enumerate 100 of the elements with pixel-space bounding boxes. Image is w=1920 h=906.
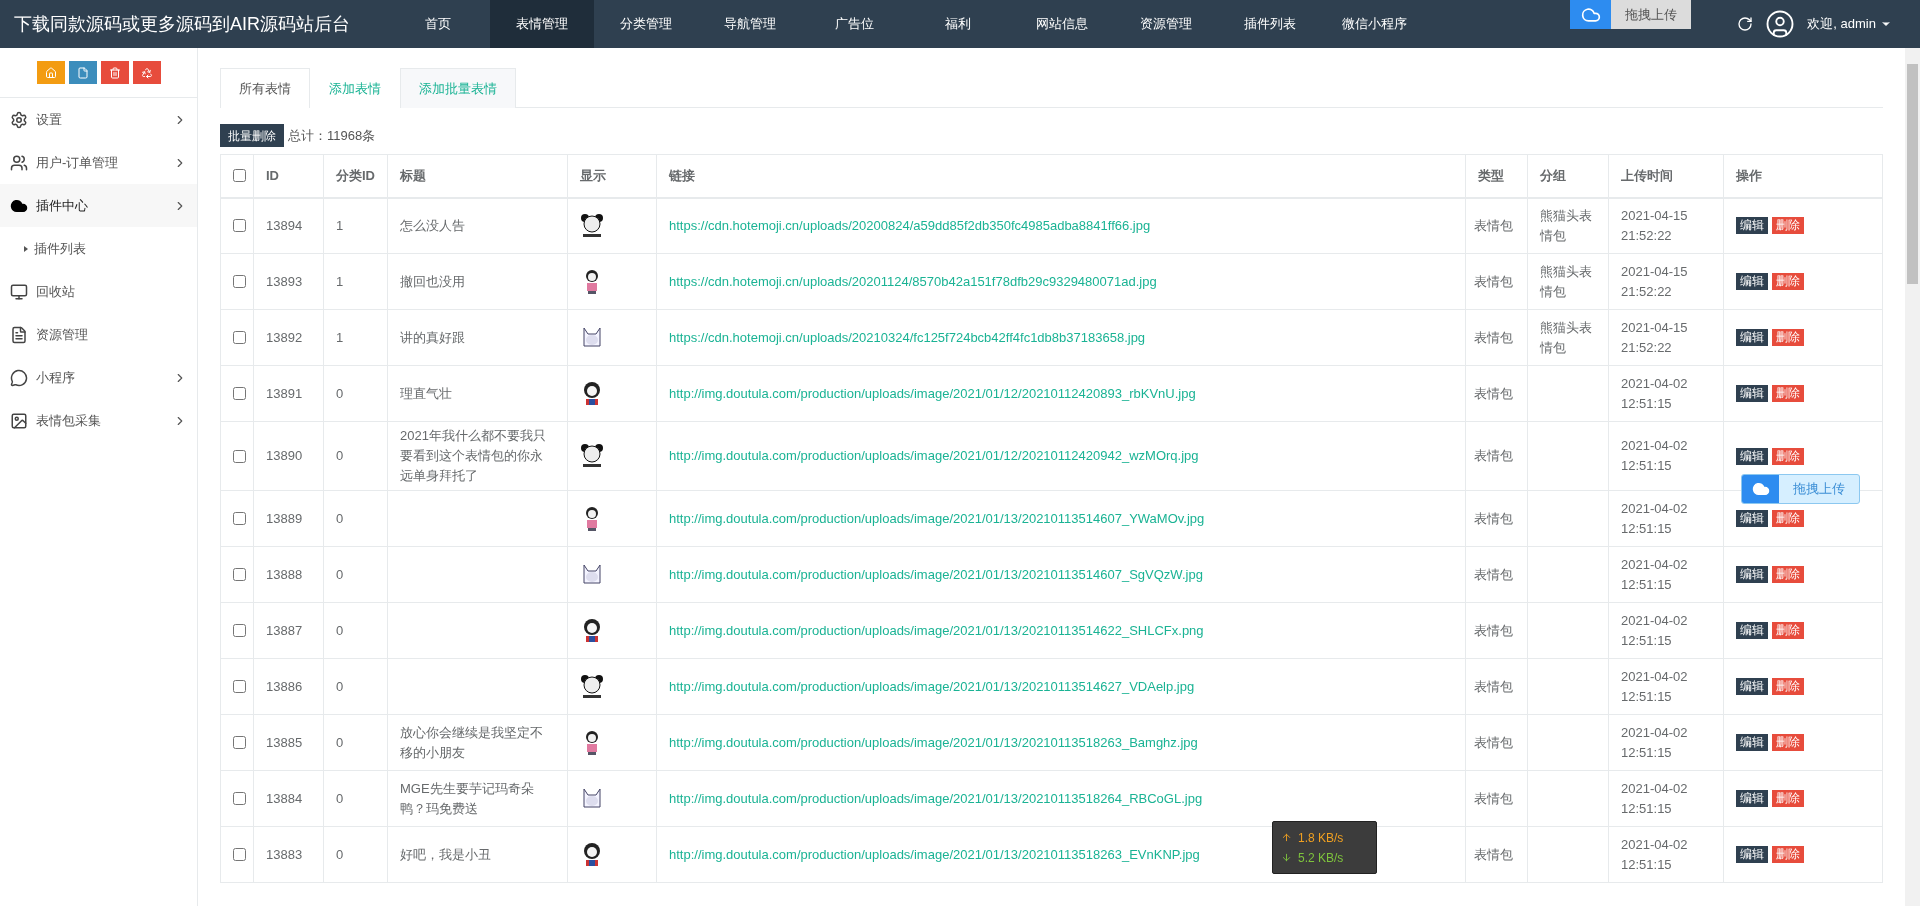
delete-button[interactable]: 删除 — [1772, 273, 1804, 290]
sidebar-item[interactable]: 设置 — [0, 98, 197, 141]
type-cell: 表情包 — [1465, 714, 1528, 771]
edit-button[interactable]: 编辑 — [1736, 678, 1768, 695]
category-cell: 0 — [323, 421, 388, 491]
sidebar-item[interactable]: 回收站 — [0, 270, 197, 313]
upload-widget[interactable]: 拖拽上传 — [1570, 0, 1691, 29]
delete-button[interactable]: 删除 — [1772, 734, 1804, 751]
id-cell: 13893 — [253, 253, 324, 310]
category-cell: 1 — [323, 197, 388, 254]
row-checkbox[interactable] — [233, 449, 246, 463]
column-header: 操作 — [1723, 154, 1883, 198]
recycle-icon — [140, 66, 153, 79]
user-menu[interactable]: 欢迎, admin — [1807, 14, 1892, 34]
time-cell: 2021-04-02 12:51:15 — [1608, 602, 1724, 659]
sidebar-subitem[interactable]: 插件列表 — [0, 227, 197, 270]
delete-button[interactable]: 删除 — [1772, 217, 1804, 235]
edit-button[interactable]: 编辑 — [1736, 273, 1768, 290]
nav-item[interactable]: 插件列表 — [1218, 0, 1322, 48]
row-checkbox[interactable] — [233, 680, 246, 693]
nav-item[interactable]: 导航管理 — [698, 0, 802, 48]
title-cell: 怎么没人告 — [387, 197, 568, 254]
sidebar-item[interactable]: 资源管理 — [0, 313, 197, 356]
category-cell: 1 — [323, 309, 388, 366]
nav-item[interactable]: 分类管理 — [594, 0, 698, 48]
trash-button[interactable] — [100, 61, 129, 84]
scrollbar[interactable] — [1905, 48, 1920, 906]
column-header: 标题 — [387, 154, 568, 198]
type-cell: 表情包 — [1465, 826, 1528, 883]
type-cell: 表情包 — [1465, 490, 1528, 547]
time-cell: 2021-04-02 12:51:15 — [1608, 658, 1724, 715]
row-checkbox[interactable] — [233, 331, 246, 344]
delete-button[interactable]: 删除 — [1772, 447, 1804, 465]
delete-button[interactable]: 删除 — [1772, 846, 1804, 863]
edit-button[interactable]: 编辑 — [1736, 846, 1768, 863]
sidebar-item[interactable]: 表情包采集 — [0, 399, 197, 442]
document-icon — [10, 325, 28, 344]
id-cell: 13894 — [253, 197, 324, 254]
edit-button[interactable]: 编辑 — [1736, 447, 1768, 465]
id-cell: 13884 — [253, 770, 324, 827]
category-cell: 0 — [323, 714, 388, 771]
nav-item[interactable]: 福利 — [906, 0, 1010, 48]
delete-button[interactable]: 删除 — [1772, 385, 1804, 402]
type-cell: 表情包 — [1465, 197, 1528, 254]
time-cell: 2021-04-02 12:51:15 — [1608, 714, 1724, 771]
column-header: 分组 — [1527, 154, 1609, 198]
refresh-icon[interactable] — [1737, 16, 1754, 32]
category-cell: 0 — [323, 658, 388, 715]
recycle-button[interactable] — [132, 61, 161, 84]
row-checkbox[interactable] — [233, 219, 246, 233]
nav-item[interactable]: 微信小程序 — [1322, 0, 1426, 48]
id-cell: 13885 — [253, 714, 324, 771]
file-button[interactable] — [68, 61, 97, 84]
tab[interactable]: 所有表情 — [220, 68, 310, 108]
edit-button[interactable]: 编辑 — [1736, 734, 1768, 751]
type-cell: 表情包 — [1465, 602, 1528, 659]
id-cell: 13886 — [253, 658, 324, 715]
edit-button[interactable]: 编辑 — [1736, 566, 1768, 583]
delete-button[interactable]: 删除 — [1772, 790, 1804, 807]
delete-button[interactable]: 删除 — [1772, 329, 1804, 346]
sidebar-item[interactable]: 用户-订单管理 — [0, 141, 197, 184]
avatar-icon[interactable] — [1765, 9, 1796, 39]
time-cell: 2021-04-15 21:52:22 — [1608, 253, 1724, 310]
select-all-checkbox[interactable] — [233, 169, 246, 183]
row-checkbox[interactable] — [233, 512, 246, 525]
nav-item[interactable]: 广告位 — [802, 0, 906, 48]
time-cell: 2021-04-15 21:52:22 — [1608, 309, 1724, 366]
sidebar-item[interactable]: 插件中心 — [0, 184, 197, 227]
row-checkbox[interactable] — [233, 624, 246, 637]
row-checkbox[interactable] — [233, 387, 246, 400]
column-header: 分类ID — [323, 154, 388, 198]
row-checkbox[interactable] — [233, 275, 246, 288]
edit-button[interactable]: 编辑 — [1736, 217, 1768, 235]
download-speed: 5.2 KB/s — [1281, 848, 1368, 867]
category-cell: 0 — [323, 770, 388, 827]
row-checkbox[interactable] — [233, 568, 246, 581]
edit-button[interactable]: 编辑 — [1736, 329, 1768, 346]
group-cell: 熊猫头表情包 — [1527, 197, 1609, 254]
row-checkbox[interactable] — [233, 792, 246, 805]
row-checkbox[interactable] — [233, 736, 246, 749]
edit-button[interactable]: 编辑 — [1736, 790, 1768, 807]
delete-button[interactable]: 删除 — [1772, 510, 1804, 527]
type-cell: 表情包 — [1465, 658, 1528, 715]
type-cell: 表情包 — [1465, 770, 1528, 827]
edit-button[interactable]: 编辑 — [1736, 622, 1768, 639]
delete-button[interactable]: 删除 — [1772, 622, 1804, 639]
delete-button[interactable]: 删除 — [1772, 566, 1804, 583]
delete-button[interactable]: 删除 — [1772, 678, 1804, 695]
nav-item[interactable]: 网站信息 — [1010, 0, 1114, 48]
total-count: 总计：11968条 — [288, 126, 376, 145]
bulk-delete-button[interactable]: 批量删除 — [220, 124, 284, 147]
nav-item[interactable]: 资源管理 — [1114, 0, 1218, 48]
sidebar-item[interactable]: 小程序 — [0, 356, 197, 399]
nav-item[interactable]: 表情管理 — [490, 0, 594, 48]
row-checkbox[interactable] — [233, 848, 246, 861]
title-cell: 2021年我什么都不要我只要看到这个表情包的你永远单身拜托了 — [387, 421, 568, 491]
nav-item[interactable]: 首页 — [386, 0, 490, 48]
column-header: 链接 — [656, 154, 1466, 198]
edit-button[interactable]: 编辑 — [1736, 510, 1768, 527]
edit-button[interactable]: 编辑 — [1736, 385, 1768, 402]
